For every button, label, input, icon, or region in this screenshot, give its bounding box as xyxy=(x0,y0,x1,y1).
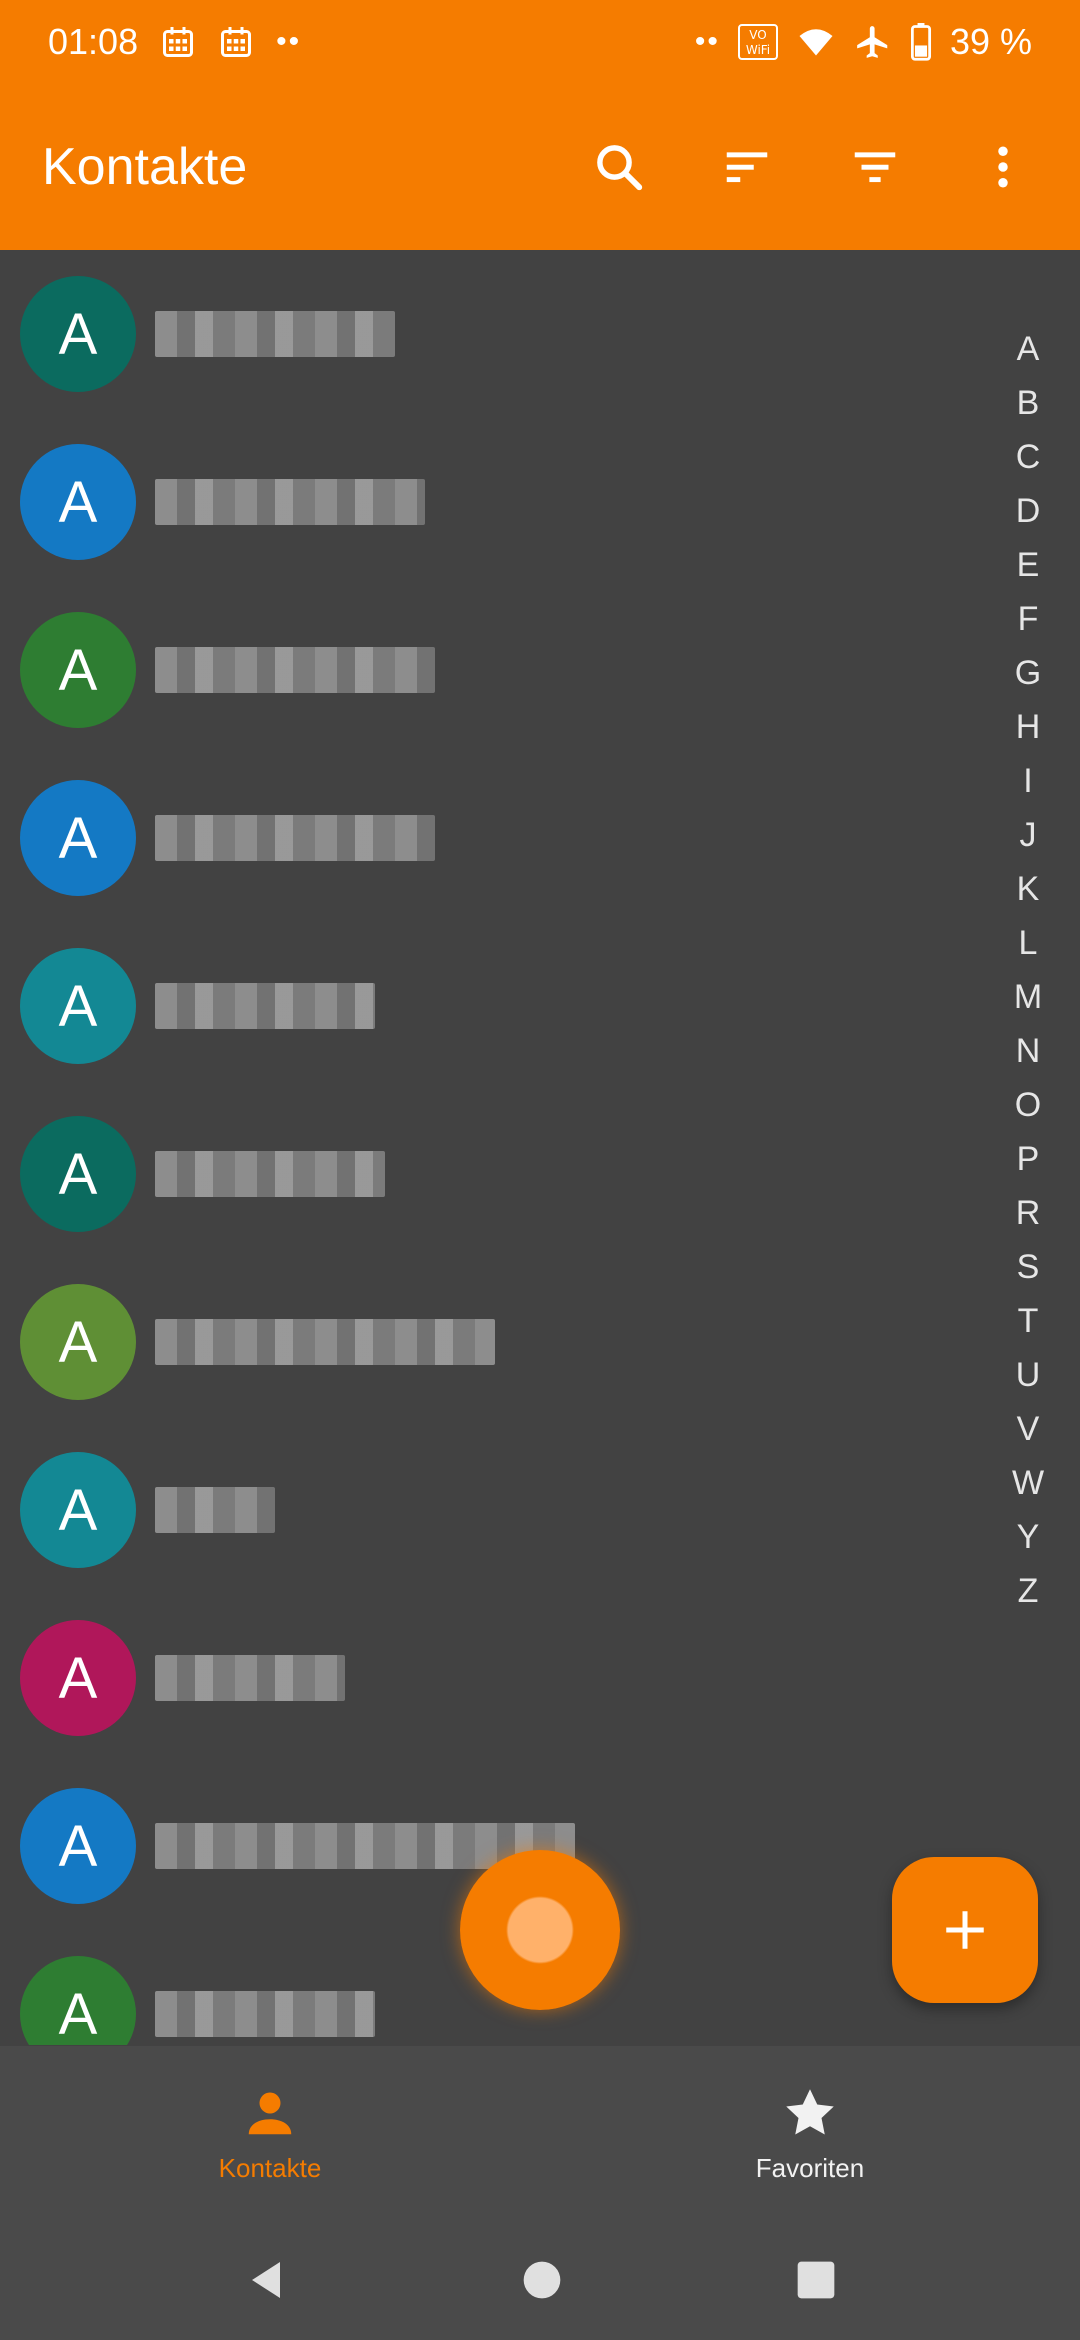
contact-avatar: A xyxy=(20,1620,136,1736)
contact-avatar: A xyxy=(20,1284,136,1400)
nav-label-favoriten: Favoriten xyxy=(755,2152,865,2183)
alphabet-index-letter[interactable]: B xyxy=(1017,376,1040,430)
page-title: Kontakte xyxy=(42,138,248,196)
svg-text:WiFi: WiFi xyxy=(746,43,770,57)
status-right: •• VO WiFi 39 % xyxy=(695,21,1032,63)
contact-list-item[interactable]: A xyxy=(0,1426,1000,1594)
contact-list-item[interactable]: A xyxy=(0,922,1000,1090)
search-icon xyxy=(597,145,643,191)
alphabet-index-letter[interactable]: Y xyxy=(1017,1510,1040,1564)
alphabet-index-letter[interactable]: P xyxy=(1017,1132,1040,1186)
calendar-icon xyxy=(218,24,254,60)
alphabet-index-letter[interactable]: G xyxy=(1015,646,1041,700)
contact-name-redacted xyxy=(155,479,425,525)
contact-avatar: A xyxy=(20,1956,136,2045)
contact-name-redacted xyxy=(155,647,435,693)
calendar-icon xyxy=(160,24,196,60)
filter-icon xyxy=(854,152,896,183)
alphabet-index-letter[interactable]: V xyxy=(1017,1402,1040,1456)
contact-list-item[interactable]: A xyxy=(0,586,1000,754)
back-icon[interactable] xyxy=(242,2256,290,2304)
nav-label-kontakte: Kontakte xyxy=(218,2152,322,2183)
alphabet-index-letter[interactable]: E xyxy=(1017,538,1040,592)
alphabet-index-letter[interactable]: T xyxy=(1018,1294,1039,1348)
filter-button[interactable] xyxy=(840,132,910,202)
alphabet-index-letter[interactable]: D xyxy=(1016,484,1041,538)
contact-list-item[interactable]: A xyxy=(0,250,1000,418)
contact-list[interactable]: AAAAAAAAAAA xyxy=(0,250,1080,2045)
alphabet-index-letter[interactable]: F xyxy=(1018,592,1039,646)
alphabet-index-letter[interactable]: S xyxy=(1017,1240,1040,1294)
alphabet-index-letter[interactable]: A xyxy=(1017,322,1040,376)
contact-name-redacted xyxy=(155,983,375,1029)
more-vert-icon xyxy=(998,146,1008,188)
contact-avatar: A xyxy=(20,1788,136,1904)
search-button[interactable] xyxy=(584,132,654,202)
alphabet-index-letter[interactable]: R xyxy=(1016,1186,1041,1240)
sort-button[interactable] xyxy=(712,132,782,202)
contact-name-redacted xyxy=(155,815,435,861)
contact-avatar: A xyxy=(20,612,136,728)
add-contact-button[interactable] xyxy=(892,1857,1038,2003)
contact-list-item[interactable]: A xyxy=(0,754,1000,922)
recents-icon[interactable] xyxy=(794,2258,838,2302)
alphabet-index-letter[interactable]: J xyxy=(1020,808,1037,862)
svg-text:VO: VO xyxy=(749,28,766,42)
person-icon xyxy=(248,2092,292,2134)
notification-dots-icon: •• xyxy=(694,25,720,58)
alphabet-index-letter[interactable]: O xyxy=(1015,1078,1041,1132)
plus-icon xyxy=(946,1911,984,1949)
alphabet-index-letter[interactable]: C xyxy=(1016,430,1041,484)
vowifi-icon: VO WiFi xyxy=(737,24,778,60)
notification-dots-icon: •• xyxy=(276,25,302,58)
contact-avatar: A xyxy=(20,780,136,896)
status-left: 01:08 •• xyxy=(48,21,301,63)
alphabet-index-letter[interactable]: K xyxy=(1017,862,1040,916)
nav-item-kontakte[interactable]: Kontakte xyxy=(0,2046,540,2220)
star-icon xyxy=(786,2088,834,2134)
alphabet-index-letter[interactable]: L xyxy=(1019,916,1038,970)
contact-name-redacted xyxy=(155,1487,275,1533)
home-icon[interactable] xyxy=(520,2258,564,2302)
contact-name-redacted xyxy=(155,1991,375,2037)
bottom-navigation: Kontakte Favoriten xyxy=(0,2046,1080,2220)
contact-name-redacted xyxy=(155,1655,345,1701)
contact-list-item[interactable]: A xyxy=(0,418,1000,586)
status-bar: 01:08 •• •• VO WiFi 39 % xyxy=(0,0,1080,84)
system-navigation-bar xyxy=(0,2220,1080,2340)
alphabet-index-letter[interactable]: W xyxy=(1012,1456,1044,1510)
alphabet-index-letter[interactable]: N xyxy=(1016,1024,1041,1078)
contact-list-item[interactable]: A xyxy=(0,1258,1000,1426)
app-bar-actions xyxy=(584,132,1038,202)
contact-avatar: A xyxy=(20,1116,136,1232)
contact-list-item[interactable]: A xyxy=(0,1090,1000,1258)
alphabet-index-letter[interactable]: U xyxy=(1016,1348,1041,1402)
alphabet-index-letter[interactable]: Z xyxy=(1018,1564,1039,1618)
app-bar: Kontakte xyxy=(0,84,1080,250)
wifi-icon xyxy=(796,24,836,60)
contact-avatar: A xyxy=(20,444,136,560)
contact-name-redacted xyxy=(155,311,395,357)
contact-avatar: A xyxy=(20,948,136,1064)
alphabet-index[interactable]: ABCDEFGHIJKLMNOPRSTUVWYZ xyxy=(998,322,1058,1618)
contact-name-redacted xyxy=(155,1151,385,1197)
sort-icon xyxy=(726,152,768,183)
battery-icon xyxy=(910,23,932,61)
nav-item-favoriten[interactable]: Favoriten xyxy=(540,2046,1080,2220)
contact-avatar: A xyxy=(20,1452,136,1568)
more-options-button[interactable] xyxy=(968,132,1038,202)
contact-name-redacted xyxy=(155,1319,495,1365)
alphabet-index-letter[interactable]: I xyxy=(1023,754,1032,808)
alphabet-index-letter[interactable]: M xyxy=(1014,970,1042,1024)
alphabet-index-letter[interactable]: H xyxy=(1016,700,1041,754)
status-time: 01:08 xyxy=(48,21,139,62)
contact-list-item[interactable]: A xyxy=(0,1594,1000,1762)
fast-scroll-bubble[interactable] xyxy=(460,1850,620,2010)
airplane-icon xyxy=(854,23,892,61)
battery-level: 39 % xyxy=(949,21,1032,62)
contact-avatar: A xyxy=(20,276,136,392)
